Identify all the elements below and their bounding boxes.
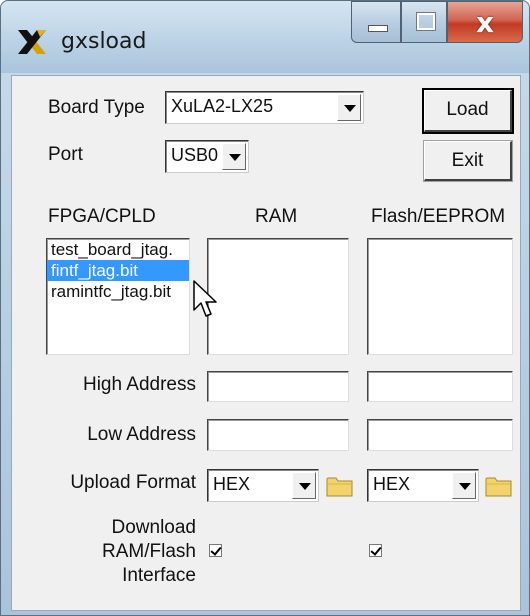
ram-low-address-input[interactable] <box>207 419 349 451</box>
download-interface-label-line1: Download <box>111 517 197 538</box>
folder-icon[interactable] <box>326 475 354 497</box>
ram-high-address-input[interactable] <box>207 371 349 402</box>
download-interface-label-line3: Interface <box>122 565 196 586</box>
port-select[interactable]: USB0 <box>165 140 249 173</box>
chevron-down-icon[interactable] <box>292 472 316 499</box>
minimize-button[interactable] <box>351 1 401 43</box>
download-interface-label: Download RAM/Flash Interface <box>12 516 196 588</box>
title-bar[interactable]: gxsload x <box>1 1 529 73</box>
chevron-down-icon[interactable] <box>337 94 361 121</box>
board-type-select[interactable]: XuLA2-LX25 <box>165 91 364 124</box>
ram-upload-format-value: HEX <box>213 474 251 494</box>
port-label: Port <box>48 144 83 165</box>
flash-download-interface-checkbox[interactable] <box>369 544 382 557</box>
flash-high-address-input[interactable] <box>367 371 513 402</box>
low-address-label: Low Address <box>87 424 196 445</box>
board-type-value: XuLA2-LX25 <box>171 96 274 116</box>
fpga-file-list[interactable]: test_board_jtag. fintf_jtag.bit ramintfc… <box>46 238 190 355</box>
close-icon: x <box>475 6 495 39</box>
ram-column-header: RAM <box>255 206 298 227</box>
window-title: gxsload <box>61 29 147 54</box>
flash-upload-format-value: HEX <box>373 474 411 494</box>
maximize-icon <box>416 12 436 31</box>
list-item[interactable]: ramintfc_jtag.bit <box>47 281 189 302</box>
ram-upload-format-select[interactable]: HEX <box>207 469 319 502</box>
list-item[interactable]: test_board_jtag. <box>47 239 189 260</box>
ram-file-list[interactable] <box>207 238 349 355</box>
download-interface-label-line2: RAM/Flash <box>102 541 196 562</box>
fpga-column-header: FPGA/CPLD <box>48 206 156 227</box>
flash-upload-format-select[interactable]: HEX <box>367 469 479 502</box>
load-button[interactable]: Load <box>422 88 514 134</box>
ram-download-interface-checkbox[interactable] <box>209 544 222 557</box>
chevron-down-icon[interactable] <box>222 143 246 170</box>
mouse-pointer-icon <box>193 280 217 317</box>
board-type-label: Board Type <box>48 97 145 118</box>
exit-button-label: Exit <box>451 150 484 171</box>
gxsload-window: gxsload x Board Type XuLA2-LX25 Port USB… <box>0 0 530 616</box>
dialog-body: Board Type XuLA2-LX25 Port USB0 Load Exi… <box>11 75 521 611</box>
load-button-label: Load <box>446 99 489 120</box>
minimize-icon <box>368 25 388 32</box>
high-address-label: High Address <box>82 374 196 395</box>
maximize-button[interactable] <box>401 1 447 43</box>
xilinx-x-icon <box>18 30 46 54</box>
close-button[interactable]: x <box>447 1 523 43</box>
flash-column-header: Flash/EEPROM <box>371 206 506 227</box>
folder-icon[interactable] <box>485 475 513 497</box>
chevron-down-icon[interactable] <box>452 472 476 499</box>
exit-button[interactable]: Exit <box>423 140 513 182</box>
list-item[interactable]: fintf_jtag.bit <box>47 260 189 281</box>
flash-low-address-input[interactable] <box>367 419 513 451</box>
port-value: USB0 <box>171 145 219 165</box>
upload-format-label: Upload Format <box>70 472 196 493</box>
flash-file-list[interactable] <box>367 238 513 355</box>
